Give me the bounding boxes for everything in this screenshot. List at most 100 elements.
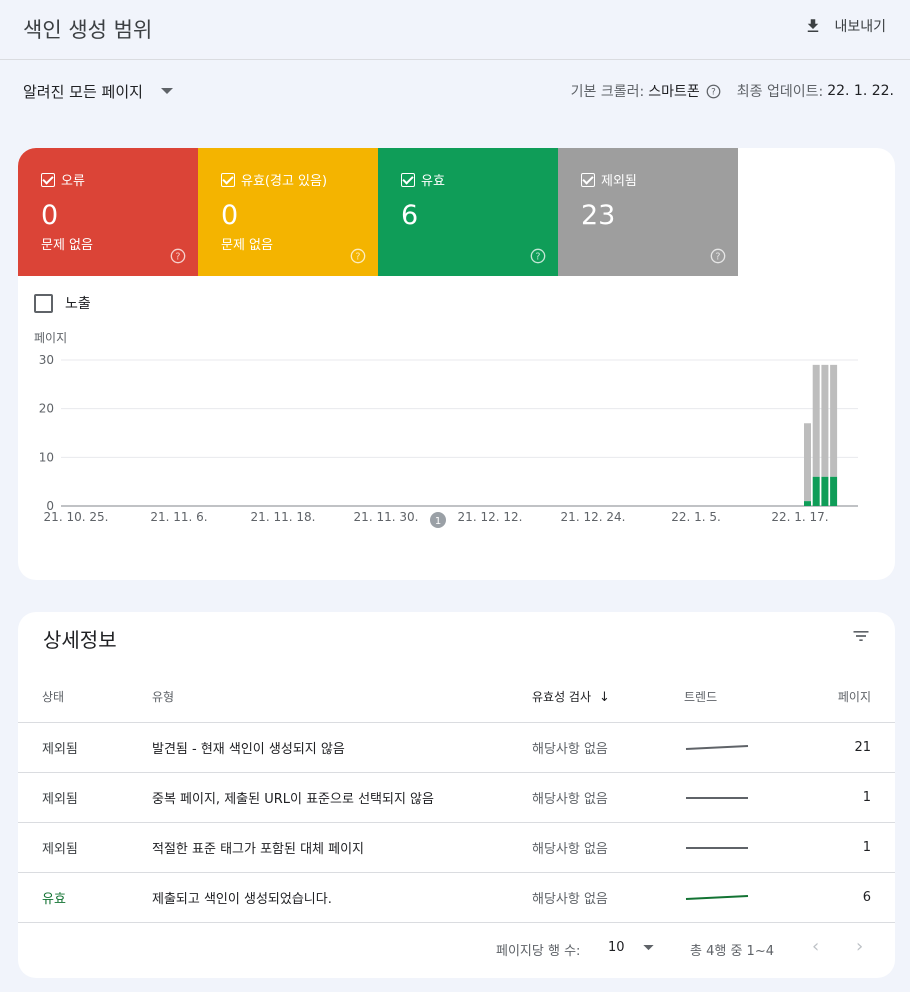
checkbox-checked-icon	[41, 172, 55, 187]
page-filter-dropdown[interactable]: 알려진 모든 페이지	[23, 81, 173, 102]
bar-excluded	[812, 364, 820, 477]
impressions-label: 노출	[65, 296, 91, 312]
crawler-value: 스마트폰	[648, 84, 700, 100]
sort-down-icon: ↓	[599, 690, 610, 706]
bar-excluded	[804, 423, 811, 502]
col-validation[interactable]: 유효성 검사 ↓	[532, 672, 684, 723]
tile-valid[interactable]: 유효 6 ?	[378, 148, 558, 276]
y-axis-label: 페이지	[34, 331, 67, 345]
row-validation: 해당사항 없음	[532, 822, 684, 873]
tile-count: 0	[221, 200, 239, 231]
bar-excluded	[830, 364, 838, 477]
x-tick-label: 21. 12. 24.	[561, 510, 626, 524]
row-pages: 1	[794, 772, 895, 823]
col-pages[interactable]: 페이지	[794, 672, 895, 723]
tile-count: 0	[41, 200, 59, 231]
row-trend	[684, 722, 794, 773]
trend-sparkline	[685, 745, 749, 750]
trend-sparkline	[686, 847, 748, 849]
bar-valid	[804, 501, 811, 506]
details-title: 상세정보	[43, 628, 117, 652]
row-trend	[684, 822, 794, 873]
row-validation: 해당사항 없음	[532, 772, 684, 823]
row-validation: 해당사항 없음	[532, 722, 684, 773]
download-icon	[808, 19, 819, 32]
rows-per-page-value: 10	[608, 940, 625, 955]
page-filter-value: 알려진 모든 페이지	[23, 83, 143, 101]
pagination: 페이지당 행 수: 10 총 4행 중 1~4 ‹ ›	[18, 932, 895, 972]
checkbox-checked-icon	[221, 172, 235, 187]
tile-label: 제외됨	[581, 170, 637, 189]
table-row[interactable]: 제외됨 중복 페이지, 제출된 URL이 표준으로 선택되지 않음 해당사항 없음 1	[18, 772, 895, 823]
details-table: 상태 유형 유효성 검사 ↓ 트렌드 페이지 제외됨 발견됨 - 현재 색인이 생성…	[18, 672, 895, 923]
trend-line	[685, 745, 749, 750]
tile-error[interactable]: 오류 0 문제 없음 ?	[18, 148, 198, 276]
updated-label: 최종 업데이트:	[736, 84, 824, 100]
col-trend: 트렌드	[684, 672, 794, 723]
dropdown-arrow-icon	[642, 944, 654, 950]
dropdown-arrow-icon	[160, 88, 173, 94]
tile-label-text: 유효(경고 있음)	[241, 174, 328, 189]
col-status[interactable]: 상태	[18, 672, 152, 723]
help-icon[interactable]: ?	[706, 84, 721, 99]
row-pages: 21	[794, 722, 895, 773]
page-title: 색인 생성 범위	[23, 18, 153, 42]
export-button[interactable]: 내보내기	[804, 16, 886, 36]
status-tiles: 오류 0 문제 없음 ? 유효(경고 있음) 0 문제 없음 ? 유효 6 ? …	[18, 148, 738, 276]
tile-label-text: 제외됨	[601, 174, 637, 189]
tile-excluded[interactable]: 제외됨 23 ?	[558, 148, 738, 276]
row-type: 발견됨 - 현재 색인이 생성되지 않음	[152, 722, 532, 773]
tile-label: 오류	[41, 170, 85, 189]
header: 색인 생성 범위 내보내기	[0, 0, 910, 60]
x-tick-label: 21. 10. 25.	[44, 510, 109, 524]
table-row[interactable]: 제외됨 적절한 표준 태그가 포함된 대체 페이지 해당사항 없음 1	[18, 822, 895, 873]
next-page-icon[interactable]: ›	[856, 936, 863, 957]
row-pages: 6	[794, 872, 895, 923]
trend-line	[685, 895, 749, 900]
table-row[interactable]: 유효 제출되고 색인이 생성되었습니다. 해당사항 없음 6	[18, 872, 895, 923]
table-header-row: 상태 유형 유효성 검사 ↓ 트렌드 페이지	[18, 672, 895, 723]
table-row[interactable]: 제외됨 발견됨 - 현재 색인이 생성되지 않음 해당사항 없음 21	[18, 722, 895, 773]
x-tick-label: 21. 11. 6.	[150, 510, 207, 524]
bar-excluded	[821, 364, 829, 477]
help-icon[interactable]: ?	[530, 248, 546, 264]
row-status: 유효	[18, 872, 152, 923]
rows-per-page-label: 페이지당 행 수:	[496, 944, 581, 959]
tile-sub: 문제 없음	[221, 238, 273, 253]
tile-label: 유효(경고 있음)	[221, 170, 327, 189]
annotation-label: 1	[435, 516, 441, 527]
tile-valid-warning[interactable]: 유효(경고 있음) 0 문제 없음 ?	[198, 148, 378, 276]
col-type[interactable]: 유형	[152, 672, 532, 723]
row-trend	[684, 872, 794, 923]
updated-value: 22. 1. 22.	[827, 83, 894, 99]
filter-icon[interactable]	[851, 626, 871, 646]
row-type: 중복 페이지, 제출된 URL이 표준으로 선택되지 않음	[152, 772, 532, 823]
svg-text:?: ?	[536, 251, 541, 262]
bar-valid	[812, 476, 820, 506]
row-status: 제외됨	[18, 772, 152, 823]
rows-per-page-select[interactable]: 10	[608, 940, 654, 955]
svg-text:?: ?	[176, 251, 181, 262]
checkbox-unchecked-icon	[34, 293, 53, 313]
trend-sparkline	[685, 895, 749, 900]
details-card: 상세정보 상태 유형 유효성 검사 ↓ 트렌드 페이지 제외됨 발견됨 - 현재 색…	[18, 612, 895, 978]
help-icon[interactable]: ?	[170, 248, 186, 264]
bar-valid	[830, 476, 838, 506]
x-tick-label: 21. 11. 18.	[251, 510, 316, 524]
row-status: 제외됨	[18, 822, 152, 873]
svg-text:?: ?	[716, 251, 721, 262]
help-icon[interactable]: ?	[350, 248, 366, 264]
impressions-toggle[interactable]: 노출	[34, 293, 91, 313]
x-tick-label: 22. 1. 17.	[771, 510, 828, 524]
row-type: 제출되고 색인이 생성되었습니다.	[152, 872, 532, 923]
crawler-label: 기본 크롤러:	[570, 84, 645, 100]
bar-valid	[821, 476, 829, 506]
row-validation: 해당사항 없음	[532, 872, 684, 923]
tile-count: 6	[401, 200, 419, 231]
prev-page-icon[interactable]: ‹	[812, 936, 819, 957]
crawler-info: 기본 크롤러: 스마트폰 ? 최종 업데이트: 22. 1. 22.	[571, 81, 894, 101]
filter-row: 알려진 모든 페이지 기본 크롤러: 스마트폰 ? 최종 업데이트: 22. 1…	[0, 61, 910, 121]
row-pages: 1	[794, 822, 895, 873]
help-icon[interactable]: ?	[710, 248, 726, 264]
row-trend	[684, 772, 794, 823]
